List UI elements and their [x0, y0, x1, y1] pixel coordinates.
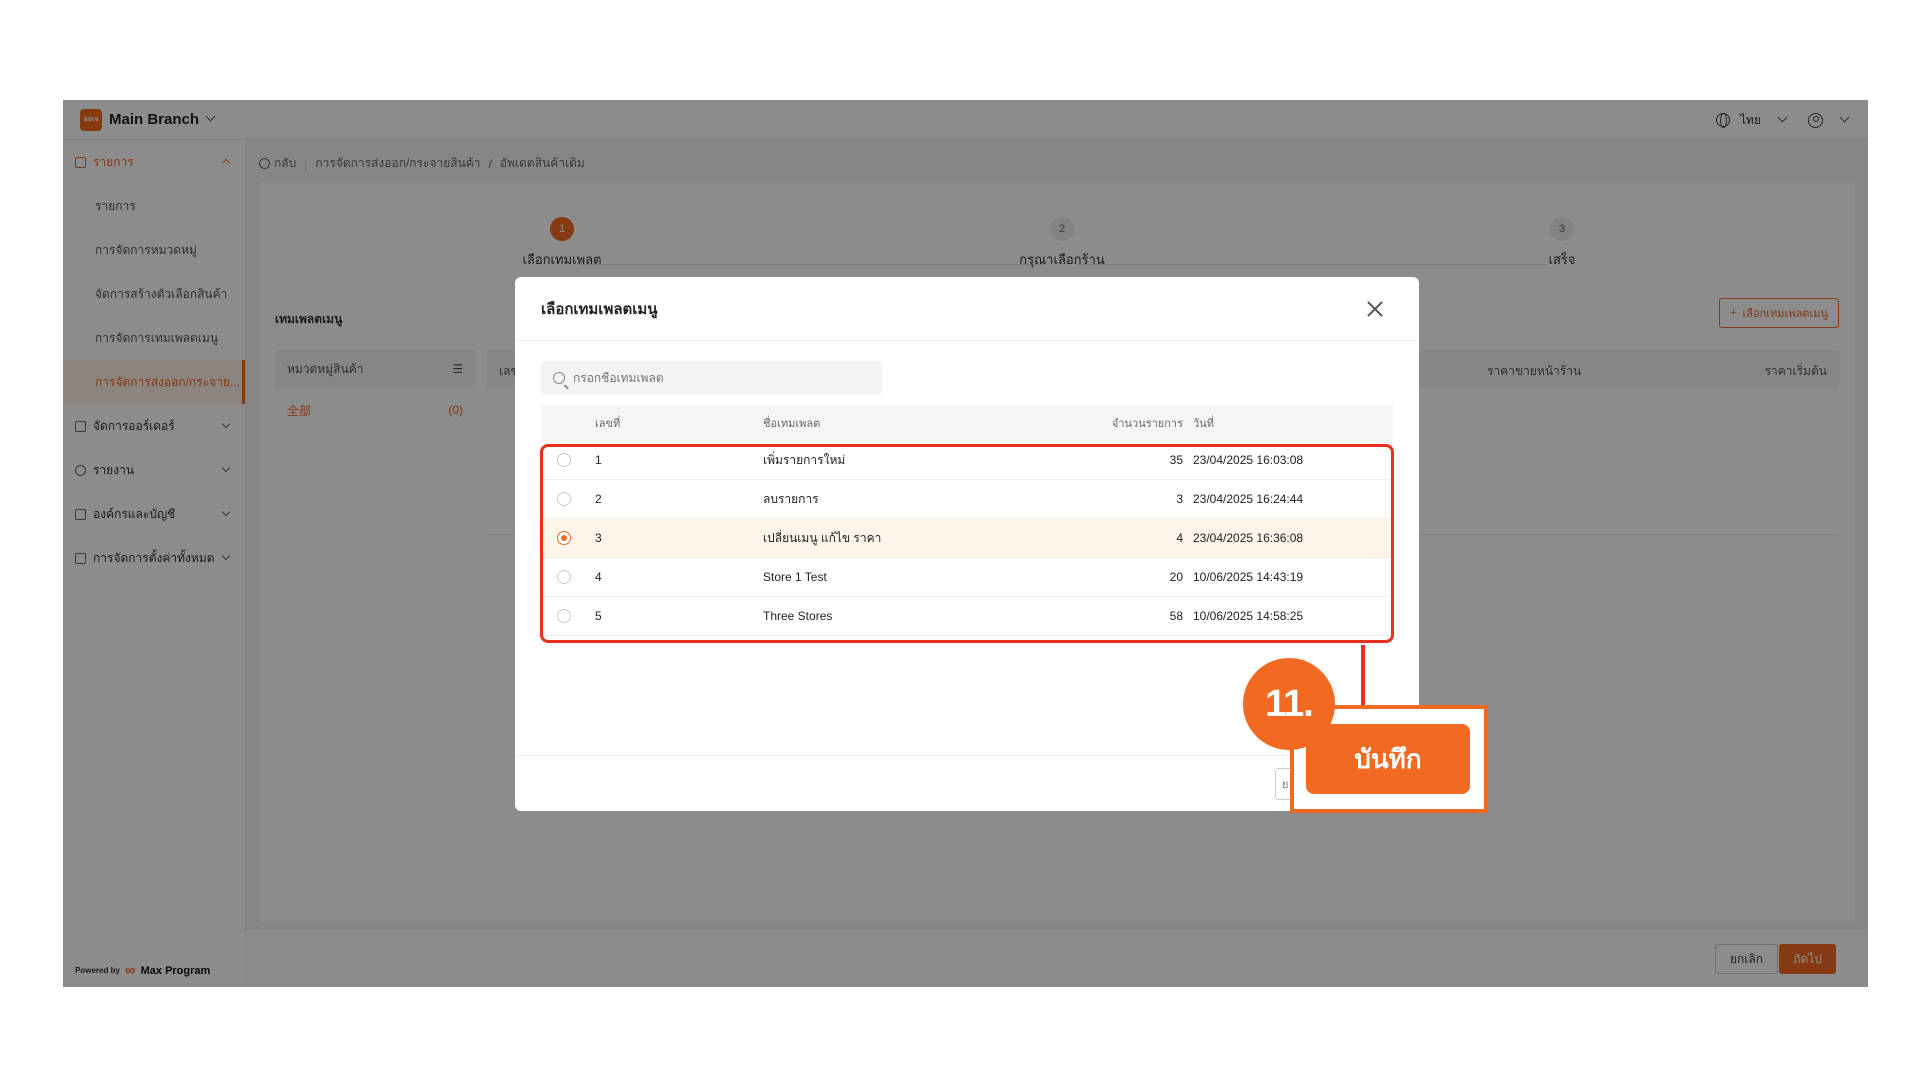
table-header: เลขที่ ชื่อเทมเพลต จำนวนรายการ วันที่	[541, 405, 1393, 441]
search-input[interactable]	[573, 371, 863, 385]
close-icon[interactable]	[1367, 301, 1383, 317]
column-header-date: วันที่	[1193, 418, 1214, 430]
column-header-name: ชื่อเทมเพลต	[763, 418, 821, 430]
modal-title: เลือกเทมเพลตเมนู	[515, 277, 1419, 341]
column-header-no: เลขที่	[595, 418, 621, 430]
search-icon	[553, 372, 565, 384]
column-header-qty: จำนวนรายการ	[1111, 418, 1183, 430]
highlight-box	[540, 444, 1394, 643]
annotation-connector	[1361, 645, 1365, 705]
save-button[interactable]: บันทึก	[1306, 724, 1470, 794]
modal-footer: ย	[515, 755, 1419, 811]
step-number-badge: 11.	[1243, 658, 1335, 750]
search-box[interactable]	[541, 361, 882, 395]
